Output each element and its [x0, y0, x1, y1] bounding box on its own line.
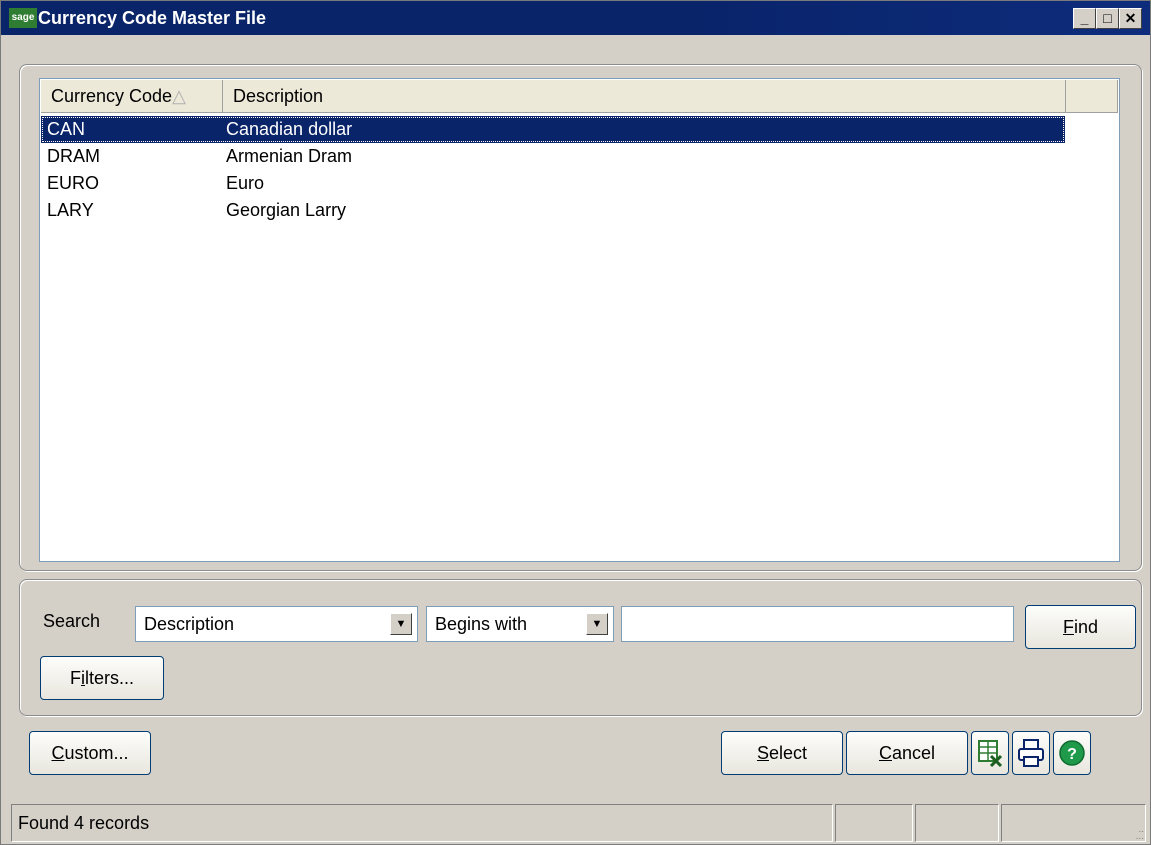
- table-row[interactable]: CAN Canadian dollar: [41, 116, 1065, 143]
- cancel-label: ancel: [891, 743, 936, 763]
- cell-currency-code: LARY: [47, 200, 94, 220]
- search-operator-value: Begins with: [435, 614, 528, 634]
- column-header-filler: [1066, 80, 1118, 113]
- select-label-hotkey: S: [756, 743, 769, 763]
- excel-export-icon: [978, 740, 1003, 768]
- currency-code-window: sage Currency Code Master File _ □ ✕ Cur…: [0, 0, 1151, 845]
- status-text: Found 4 records: [11, 804, 833, 842]
- cell-description: Georgian Larry: [226, 200, 347, 220]
- export-excel-button[interactable]: [971, 731, 1009, 775]
- resize-grip-icon[interactable]: .....: [1130, 825, 1144, 842]
- find-label-hotkey: F: [1062, 617, 1074, 637]
- table-row[interactable]: LARY Georgian Larry: [41, 197, 1065, 224]
- find-label: ind: [1073, 617, 1099, 637]
- table-row[interactable]: DRAM Armenian Dram: [41, 143, 1065, 170]
- select-label: elect: [768, 743, 808, 763]
- filters-label-prefix: F: [69, 668, 81, 688]
- maximize-button[interactable]: □: [1096, 8, 1119, 29]
- custom-label-hotkey: C: [51, 743, 65, 763]
- status-pane: [835, 804, 913, 842]
- help-button[interactable]: ?: [1053, 731, 1091, 775]
- custom-button[interactable]: Custom...: [29, 731, 151, 775]
- cell-description: Euro: [226, 173, 265, 193]
- cell-currency-code: DRAM: [47, 146, 100, 166]
- status-pane: [915, 804, 999, 842]
- table-row[interactable]: EURO Euro: [41, 170, 1065, 197]
- column-header-currency-code[interactable]: Currency Code△: [41, 80, 223, 113]
- svg-text:?: ?: [1067, 746, 1077, 763]
- close-button[interactable]: ✕: [1119, 8, 1142, 29]
- search-field-select[interactable]: Description ▼: [135, 606, 418, 642]
- cell-currency-code: CAN: [47, 119, 86, 139]
- search-input[interactable]: [621, 606, 1014, 642]
- dropdown-arrow-icon[interactable]: ▼: [586, 613, 608, 635]
- minimize-button[interactable]: _: [1073, 8, 1096, 29]
- status-bar: Found 4 records .....: [11, 804, 1146, 842]
- custom-label: ustom...: [64, 743, 129, 763]
- print-button[interactable]: [1012, 731, 1050, 775]
- column-header-label: Description: [233, 86, 324, 106]
- cancel-button[interactable]: Cancel: [846, 731, 968, 775]
- dropdown-arrow-icon[interactable]: ▼: [390, 613, 412, 635]
- search-operator-select[interactable]: Begins with ▼: [426, 606, 614, 642]
- sage-logo: sage: [9, 8, 37, 28]
- search-group: [19, 579, 1142, 716]
- search-label: Search: [43, 611, 101, 631]
- sort-ascending-icon: △: [172, 86, 186, 106]
- status-pane: [1001, 804, 1146, 842]
- filters-label-rest: lters...: [84, 668, 134, 688]
- currency-list[interactable]: Currency Code△ Description CAN Canadian …: [39, 78, 1120, 562]
- cell-description: Canadian dollar: [226, 119, 353, 139]
- cell-currency-code: EURO: [47, 173, 100, 193]
- column-header-description[interactable]: Description: [223, 80, 1066, 113]
- filters-button[interactable]: Filters...: [40, 656, 164, 700]
- help-icon: ?: [1059, 740, 1085, 766]
- cell-description: Armenian Dram: [226, 146, 353, 166]
- column-header-label: Currency Code: [51, 86, 173, 106]
- search-field-value: Description: [144, 614, 235, 634]
- title-bar[interactable]: sage Currency Code Master File _ □ ✕: [1, 1, 1150, 35]
- printer-icon: [1018, 739, 1044, 767]
- select-button[interactable]: Select: [721, 731, 843, 775]
- find-button[interactable]: Find: [1025, 605, 1136, 649]
- window-title: Currency Code Master File: [38, 8, 267, 28]
- cancel-label-hotkey: C: [878, 743, 892, 763]
